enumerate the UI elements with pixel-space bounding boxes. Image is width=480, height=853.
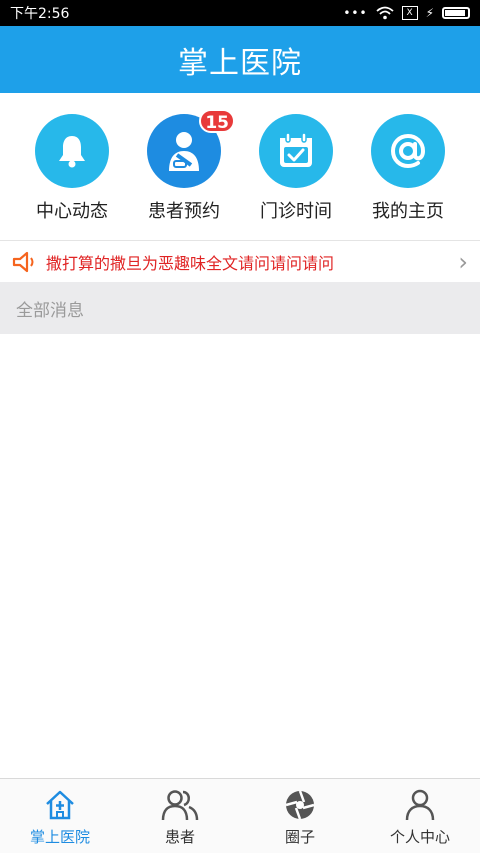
tab-label: 圈子 bbox=[284, 828, 315, 846]
tab-label: 个人中心 bbox=[389, 828, 450, 846]
quick-action-icon-circle: 15 bbox=[147, 109, 235, 188]
tab-label: 患者 bbox=[164, 828, 195, 846]
speaker-icon bbox=[12, 251, 34, 272]
appointment-count-badge: 15 bbox=[199, 109, 235, 133]
quick-action-patient-appointment[interactable]: 15 患者预约 bbox=[129, 93, 239, 240]
quick-action-icon-circle bbox=[35, 114, 109, 188]
home-cross-icon bbox=[46, 790, 74, 820]
patient-icon bbox=[169, 132, 199, 171]
quick-actions: 中心动态 15 患者预约 门诊时间 我的主页 bbox=[0, 93, 480, 240]
quick-action-icon-circle bbox=[371, 114, 445, 188]
quick-action-my-homepage[interactable]: 我的主页 bbox=[353, 93, 463, 240]
at-icon bbox=[390, 133, 426, 169]
bottom-tab-bar: 掌上医院 患者 圈子 个人中心 bbox=[0, 778, 480, 853]
quick-action-label: 门诊时间 bbox=[260, 201, 332, 222]
status-time: 下午2:56 bbox=[10, 6, 70, 22]
tab-label: 掌上医院 bbox=[29, 828, 90, 846]
quick-action-icon-circle bbox=[259, 114, 333, 188]
app-header: 掌上医院 bbox=[0, 26, 480, 93]
status-bar: 下午2:56 ••• X ⚡ bbox=[0, 0, 480, 26]
no-sim-icon: X bbox=[401, 6, 418, 20]
tab-hospital[interactable]: 掌上医院 bbox=[0, 779, 120, 853]
battery-fill bbox=[445, 10, 465, 16]
section-title: 全部消息 bbox=[16, 300, 84, 321]
messages-list bbox=[0, 334, 480, 778]
quick-action-clinic-hours[interactable]: 门诊时间 bbox=[241, 93, 351, 240]
bell-icon bbox=[59, 136, 85, 168]
quick-action-label: 患者预约 bbox=[148, 201, 220, 222]
aperture-icon bbox=[285, 790, 315, 820]
charging-icon: ⚡ bbox=[425, 6, 434, 20]
tab-personal-center[interactable]: 个人中心 bbox=[360, 779, 480, 853]
signal-dots-icon: ••• bbox=[343, 6, 368, 20]
chevron-right-icon: › bbox=[458, 247, 468, 276]
notice-text: 撒打算的撒旦为恶趣味全文请问请问请问 bbox=[46, 253, 335, 273]
wifi-icon bbox=[375, 6, 394, 20]
tab-patients[interactable]: 患者 bbox=[120, 779, 240, 853]
user-icon bbox=[405, 789, 435, 821]
notice-bar[interactable]: 撒打算的撒旦为恶趣味全文请问请问请问 › bbox=[0, 241, 480, 282]
quick-action-center-news[interactable]: 中心动态 bbox=[17, 93, 127, 240]
battery-icon bbox=[442, 7, 470, 19]
page-title: 掌上医院 bbox=[178, 45, 302, 81]
quick-action-label: 中心动态 bbox=[36, 201, 108, 222]
users-icon bbox=[161, 790, 199, 821]
messages-section-header: 全部消息 bbox=[0, 282, 480, 334]
calendar-check-icon bbox=[280, 132, 312, 167]
status-icons: ••• X ⚡ bbox=[343, 6, 470, 20]
tab-circle[interactable]: 圈子 bbox=[240, 779, 360, 853]
quick-action-label: 我的主页 bbox=[372, 201, 444, 222]
